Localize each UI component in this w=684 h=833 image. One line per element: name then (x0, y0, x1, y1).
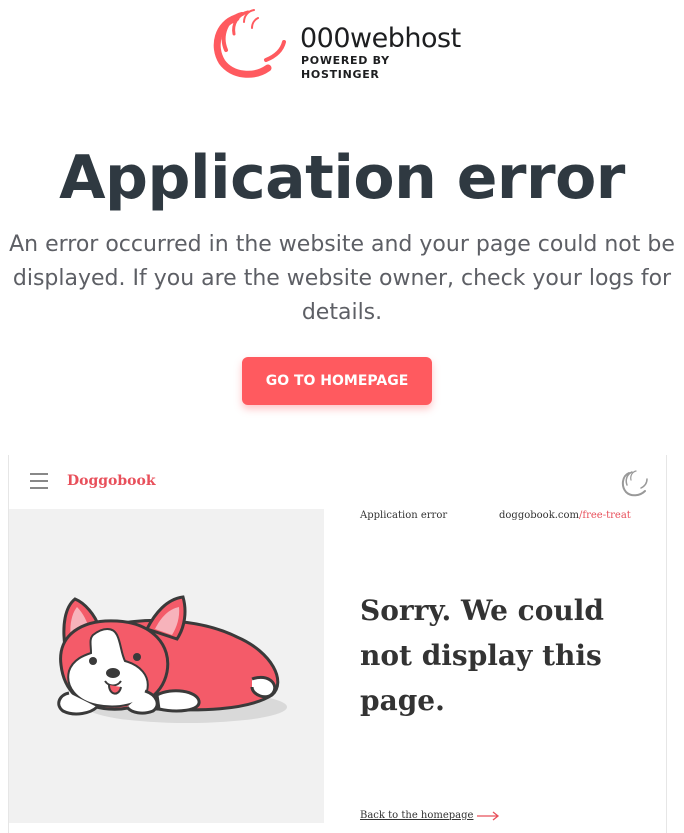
back-to-homepage-link[interactable]: Back to the homepage (360, 810, 473, 821)
arrow-right-icon[interactable] (476, 810, 500, 822)
url-domain: doggobook.com (499, 510, 580, 521)
preview-panel: Doggobook Application error doggobook.co… (8, 455, 667, 833)
preview-heading: Sorry. We could not display this page. (360, 594, 604, 717)
url-path: /free-treat (579, 510, 631, 521)
breadcrumb: Application error (360, 510, 448, 521)
corgi-dog-illustration (57, 595, 287, 723)
page-title: Application error (59, 143, 625, 213)
preview-navbar: Doggobook (9, 455, 666, 509)
swirl-logo-icon (621, 470, 648, 497)
page-url: doggobook.com/free-treat (499, 510, 631, 521)
illustration-panel (9, 509, 324, 823)
logo-name: 000webhost (300, 23, 461, 54)
logo-subtitle: POWERED BY HOSTINGER (301, 54, 390, 81)
brand-name[interactable]: Doggobook (67, 471, 156, 491)
go-to-homepage-button[interactable]: GO TO HOMEPAGE (242, 357, 432, 405)
swirl-logo-icon (213, 9, 286, 78)
000webhost-logo[interactable]: 000webhost POWERED BY HOSTINGER (208, 6, 470, 81)
error-description: An error occurred in the website and you… (9, 232, 675, 325)
hamburger-icon[interactable] (30, 473, 48, 489)
